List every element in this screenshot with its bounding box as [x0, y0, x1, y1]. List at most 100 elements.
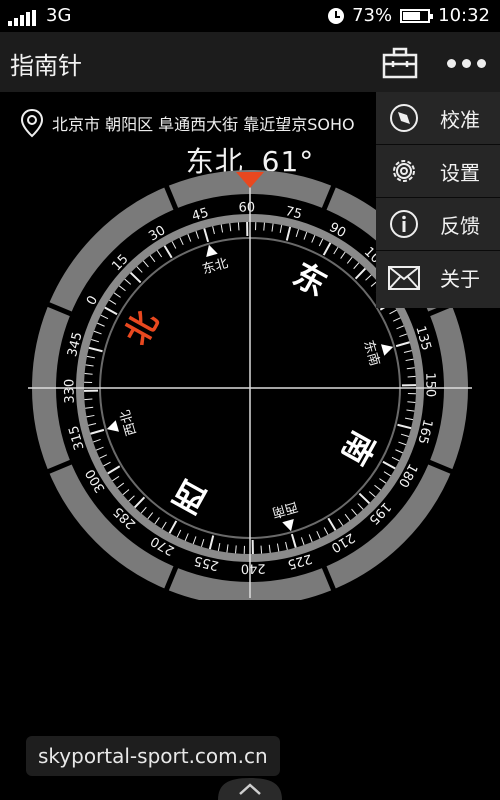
tick-mark — [322, 242, 332, 256]
location-row: 北京市 朝阳区 阜通西大街 靠近望京SOHO — [20, 104, 355, 142]
envelope-icon — [388, 265, 420, 290]
tick-mark — [129, 271, 142, 284]
tick-mark — [136, 266, 143, 273]
intercardinal-label: 东南 — [360, 338, 383, 367]
tick-mark — [407, 401, 416, 403]
menu-item-label: 关于 — [440, 267, 480, 291]
tick-mark — [395, 341, 410, 348]
menu-item-settings[interactable]: 设置 — [376, 145, 500, 198]
battery-percent: 73% — [352, 5, 393, 26]
tick-mark — [358, 492, 371, 505]
menu-item-about[interactable]: 关于 — [376, 251, 500, 304]
tick-mark — [93, 330, 102, 335]
tick-mark — [405, 358, 414, 362]
tick-mark — [99, 454, 108, 459]
tick-mark — [88, 423, 97, 426]
toolbox-icon — [382, 47, 418, 79]
tick-mark — [163, 245, 173, 259]
tick-mark — [279, 224, 283, 233]
menu-item-calibrate[interactable]: 校准 — [376, 92, 500, 145]
tick-mark — [406, 367, 415, 370]
tick-mark — [295, 229, 300, 238]
tick-mark — [316, 530, 321, 539]
tick-mark — [88, 346, 103, 353]
network-type: 3G — [46, 5, 72, 26]
page-title: 指南针 — [10, 52, 82, 80]
menu-item-label: 校准 — [440, 107, 480, 132]
tick-mark — [85, 364, 94, 367]
alarm-clock-icon — [328, 7, 345, 24]
tick-mark — [124, 278, 132, 285]
tick-mark — [133, 496, 146, 509]
tick-mark — [192, 536, 197, 545]
tick-mark — [203, 228, 210, 243]
tick-mark — [161, 521, 167, 530]
cardinal-label: 西 — [167, 472, 213, 521]
tick-mark — [398, 441, 407, 446]
intercardinal-label: 西北 — [118, 408, 140, 437]
tick-mark — [200, 538, 205, 547]
tick-mark — [268, 544, 271, 553]
degree-label: 60 — [238, 200, 255, 215]
tick-mark — [90, 428, 105, 435]
tick-mark — [300, 537, 305, 546]
tick-mark — [84, 398, 93, 401]
menu-item-feedback[interactable]: 反馈 — [376, 198, 500, 251]
tick-mark — [128, 495, 135, 502]
tick-mark — [327, 517, 337, 531]
tick-mark — [308, 534, 313, 543]
tick-mark — [122, 489, 130, 496]
tick-mark — [85, 406, 94, 409]
tick-mark — [383, 471, 392, 477]
tick-mark — [318, 238, 324, 247]
tick-mark — [140, 506, 147, 514]
tick-mark — [354, 267, 367, 280]
tick-mark — [156, 250, 163, 258]
tick-mark — [399, 333, 408, 338]
tick-mark — [260, 545, 263, 554]
tick-mark — [311, 235, 316, 243]
tick-mark — [407, 375, 416, 378]
degree-label: 150 — [422, 372, 437, 397]
cardinal-label: 北 — [117, 305, 166, 351]
tick-mark — [395, 449, 403, 454]
tick-mark — [176, 529, 182, 538]
degree-label: 330 — [62, 379, 77, 404]
tick-mark — [389, 309, 397, 315]
tick-mark — [405, 417, 414, 421]
more-dots-icon[interactable] — [444, 56, 488, 70]
chevron-up-icon[interactable] — [214, 776, 286, 800]
status-bar: 3G 73% 10:32 — [0, 0, 500, 32]
tick-mark — [333, 246, 339, 255]
tick-mark — [112, 475, 120, 482]
tick-mark — [391, 456, 400, 462]
tick-mark — [263, 222, 265, 231]
tick-mark — [237, 222, 240, 231]
tick-mark — [86, 355, 95, 359]
gear-icon — [393, 160, 415, 182]
tick-mark — [323, 527, 329, 535]
tick-mark — [171, 241, 177, 249]
tick-mark — [195, 230, 200, 239]
tick-mark — [217, 543, 221, 552]
tick-mark — [168, 520, 178, 534]
tick-mark — [406, 409, 415, 412]
tick-mark — [113, 292, 121, 298]
intercardinal-label: 东北 — [201, 256, 230, 278]
tick-mark — [117, 482, 125, 489]
tick-mark — [396, 325, 405, 330]
tick-mark — [179, 237, 184, 246]
tick-mark — [276, 543, 280, 552]
tick-mark — [100, 314, 109, 320]
tick-mark — [91, 338, 100, 343]
toolbox-button[interactable] — [380, 46, 420, 80]
tick-mark — [84, 373, 93, 375]
tick-mark — [351, 508, 358, 516]
tick-mark — [392, 317, 401, 322]
tick-mark — [397, 423, 412, 430]
tick-mark — [154, 517, 160, 525]
tick-mark — [285, 541, 288, 550]
tick-mark — [212, 226, 215, 235]
tick-mark — [147, 512, 154, 520]
tick-mark — [346, 256, 353, 264]
